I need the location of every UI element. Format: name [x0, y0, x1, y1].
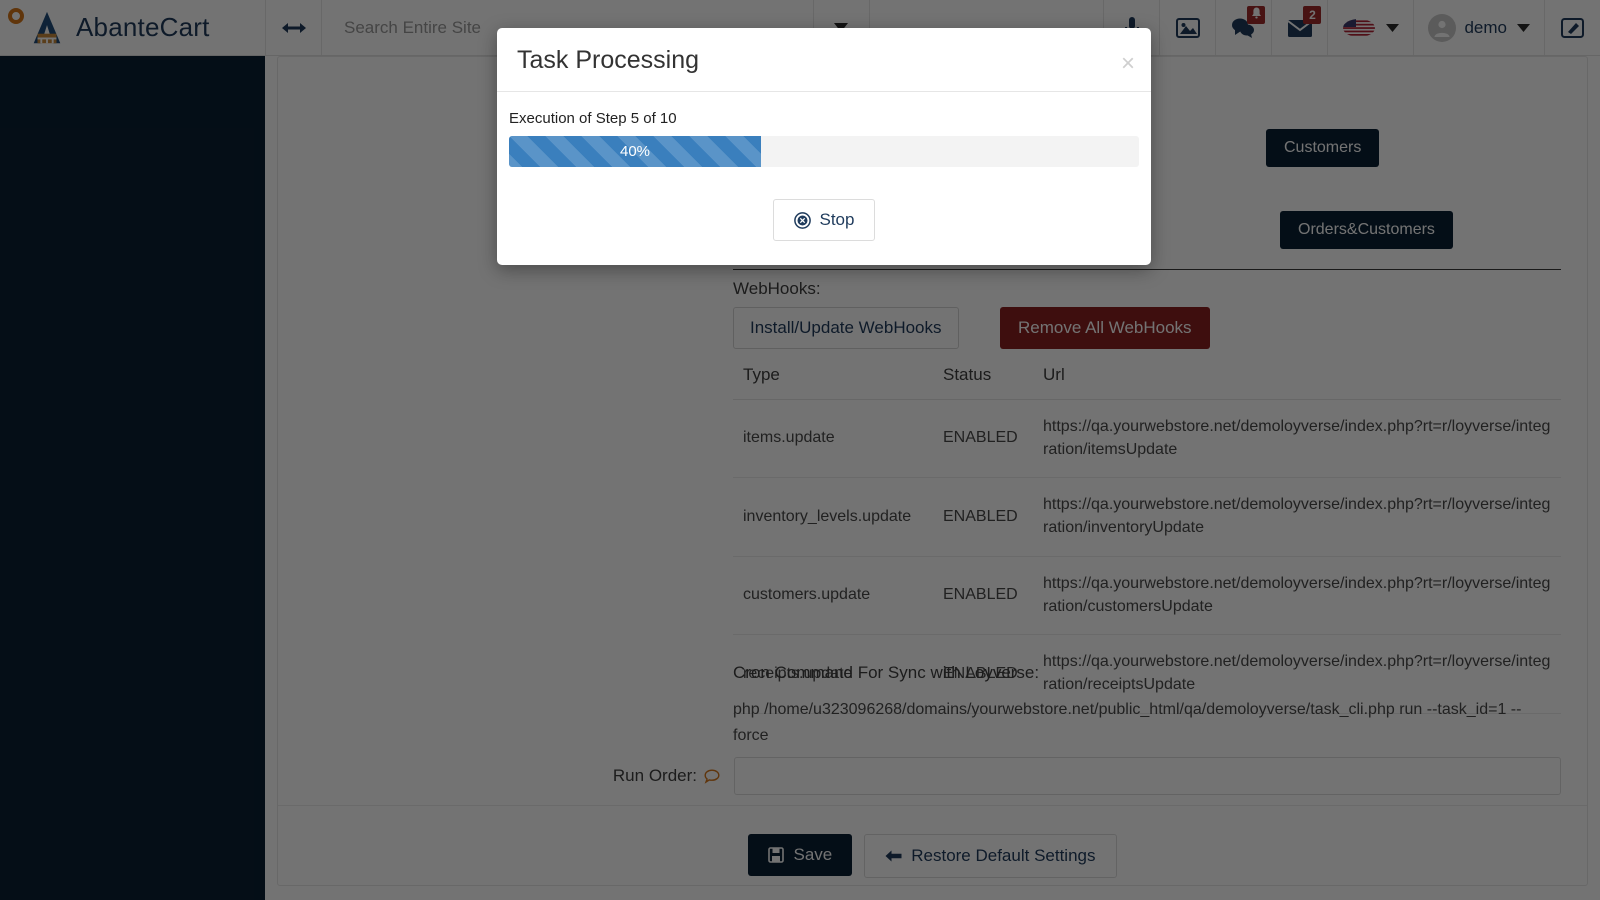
app-root: AbanteCart [0, 0, 1600, 900]
modal-header: Task Processing × [497, 28, 1151, 92]
modal-title: Task Processing [517, 46, 700, 74]
circle-x-icon [793, 211, 811, 229]
progress-bar-track: 40% [509, 136, 1139, 167]
progress-bar-fill: 40% [509, 136, 761, 167]
close-icon[interactable]: × [1121, 52, 1135, 76]
task-processing-modal: Task Processing × Execution of Step 5 of… [497, 28, 1151, 265]
modal-body: Execution of Step 5 of 10 40% [497, 92, 1151, 177]
stop-label: Stop [819, 210, 855, 229]
modal-footer: Stop [497, 177, 1151, 265]
stop-button[interactable]: Stop [772, 199, 876, 241]
progress-percent-label: 40% [619, 143, 651, 160]
execution-status-text: Execution of Step 5 of 10 [509, 110, 677, 127]
